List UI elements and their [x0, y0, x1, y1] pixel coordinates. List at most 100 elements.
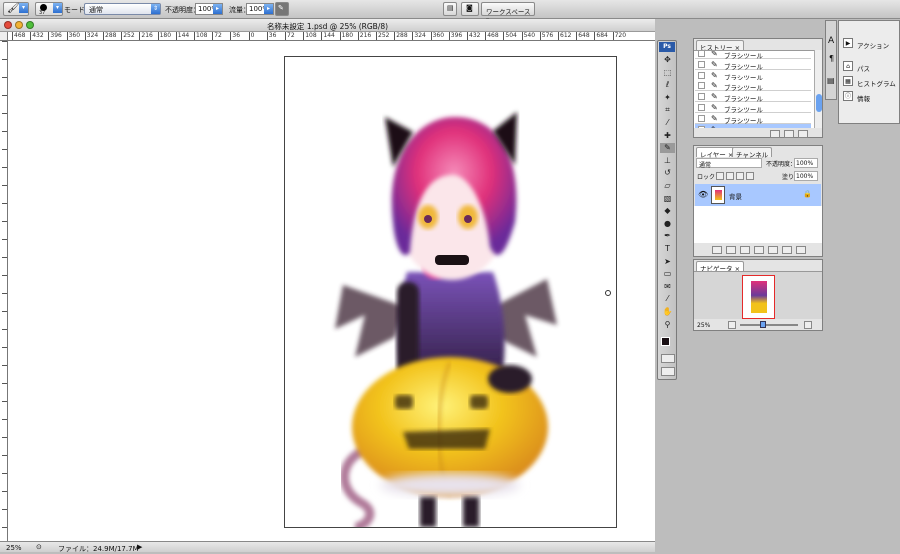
tab-channels[interactable]: チャンネル [732, 147, 773, 159]
stamp-tool-icon[interactable]: ⊥ [660, 156, 675, 166]
vertical-ruler[interactable] [0, 41, 8, 541]
crop-tool-icon[interactable]: ⌗ [660, 105, 675, 115]
horizontal-ruler[interactable]: 468 432 396 360 324 288 252 216 180 144 108 72 36 0 36… [8, 32, 655, 41]
dock-item-3[interactable]: ▦ ヒストグラム [841, 76, 897, 89]
dock-item-2[interactable]: ⌂ パス [841, 61, 897, 74]
history-brush-tool-icon[interactable]: ↺ [660, 168, 675, 178]
ruler-label: 504 [505, 32, 517, 39]
hand-tool-icon[interactable]: ✋ [660, 307, 675, 317]
tool-preset-picker[interactable]: 🖌 ▾ [3, 2, 29, 16]
layer-comps-icon[interactable]: ▤ [827, 76, 835, 85]
notes-tool-icon[interactable]: ✉ [660, 282, 675, 292]
trash-icon[interactable] [798, 130, 808, 138]
zoom-tool-icon[interactable]: ⚲ [660, 320, 675, 330]
brush-icon: ✎ [711, 81, 718, 91]
lock-position-icon[interactable] [736, 172, 744, 180]
new-snapshot-icon[interactable] [784, 130, 794, 138]
layer-row[interactable]: 👁 背景 🔒 [695, 184, 821, 206]
history-row[interactable]: ✎ブラシツール [695, 58, 811, 71]
brush-preset-picker[interactable]: 37 ▾ [35, 2, 63, 16]
gradient-tool-icon[interactable]: ▧ [660, 194, 675, 204]
dock-item-4[interactable]: ⓘ 情報 [841, 91, 897, 104]
opacity-field[interactable]: 100% ▸ [195, 3, 223, 15]
dodge-tool-icon[interactable]: ● [660, 219, 675, 229]
fill-field[interactable]: 100% [794, 171, 818, 181]
link-layers-icon[interactable] [712, 246, 722, 254]
scroll-thumb[interactable] [816, 94, 822, 112]
adjustment-layer-icon[interactable] [754, 246, 764, 254]
history-row[interactable]: ✎ブラシツール [695, 80, 811, 92]
path-select-tool-icon[interactable]: ➤ [660, 257, 675, 267]
photoshop-logo[interactable]: Ps [659, 42, 675, 52]
flow-field[interactable]: 100% ▸ [246, 3, 274, 15]
airbrush-button[interactable]: ✎ [275, 2, 289, 16]
layer-style-icon[interactable] [726, 246, 736, 254]
pen-tool-icon[interactable]: ✒ [660, 231, 675, 241]
workspace-menu[interactable]: ワークスペース ▾ [481, 2, 535, 24]
character-icon[interactable]: A [828, 36, 834, 46]
palette-well-button[interactable]: ▤ [443, 2, 457, 16]
zoom-slider-thumb[interactable] [760, 321, 766, 328]
magic-wand-tool-icon[interactable]: ✦ [660, 93, 675, 103]
lasso-tool-icon[interactable]: ℓ [660, 80, 675, 90]
mode-select[interactable]: 通常 ⇕ [84, 3, 161, 15]
history-row[interactable]: ✎ブラシツール [695, 91, 811, 103]
history-checkbox[interactable] [698, 93, 705, 101]
screen-mode-button[interactable] [661, 367, 675, 376]
info-icon[interactable]: ⊙ [36, 543, 42, 551]
history-row[interactable]: ✎ブラシツール [695, 69, 811, 82]
shape-tool-icon[interactable]: ▭ [660, 269, 675, 279]
history-row[interactable]: ✎ブラシツール [695, 123, 811, 128]
new-document-from-state-icon[interactable] [770, 130, 780, 138]
layer-opacity-field[interactable]: 100% [794, 158, 818, 168]
ruler-origin[interactable] [0, 32, 8, 41]
history-checkbox[interactable] [698, 60, 705, 68]
brush-tool-icon[interactable]: ✎ [660, 143, 675, 154]
healing-tool-icon[interactable]: ✚ [660, 131, 675, 141]
zoom-out-icon[interactable] [728, 321, 736, 329]
document-canvas[interactable] [284, 56, 617, 532]
new-layer-icon[interactable] [782, 246, 792, 254]
foreground-color-swatch[interactable] [661, 337, 670, 346]
bridge-button[interactable]: ◙ [461, 2, 479, 16]
marquee-tool-icon[interactable]: ⬚ [660, 68, 675, 78]
history-checkbox[interactable] [698, 104, 705, 111]
navigator-preview[interactable] [694, 271, 822, 319]
new-group-icon[interactable] [768, 246, 778, 254]
history-row[interactable]: ✎ブラシツール [695, 102, 811, 114]
move-tool-icon[interactable]: ✥ [660, 55, 675, 65]
history-scrollbar[interactable] [814, 50, 822, 128]
zoom-slider[interactable] [740, 321, 798, 328]
ruler-tick [66, 32, 68, 40]
history-checkbox[interactable] [698, 82, 705, 90]
zoom-in-icon[interactable] [804, 321, 812, 329]
slice-tool-icon[interactable]: ⁄ [660, 118, 675, 128]
lock-pixels-icon[interactable] [726, 172, 734, 180]
blur-tool-icon[interactable]: ◆ [660, 206, 675, 216]
eyedropper-tool-icon[interactable]: ⁄ [660, 294, 675, 304]
history-list[interactable]: ✎ ブラシツール ✎ ブラシツール ✎ ブラシツール ✎ ブラシツール ✎ ブラシツール ✎ ブラシツ… [694, 50, 814, 128]
chevron-right-icon[interactable]: ▶ [137, 543, 142, 551]
paragraph-icon[interactable]: ¶ [829, 54, 834, 63]
tab-history[interactable]: ヒストリー × [696, 40, 745, 52]
quick-mask-button[interactable] [661, 354, 675, 363]
tab-navigator[interactable]: ナビゲータ × [696, 261, 745, 273]
history-row[interactable]: ✎ブラシツール [695, 112, 811, 125]
eye-icon[interactable]: 👁 [698, 190, 708, 199]
history-row[interactable]: ✎ブラシツール [695, 51, 811, 60]
zoom-level[interactable]: 25% [6, 544, 22, 552]
dock-item-1[interactable]: ▶ アクション [841, 38, 897, 51]
history-checkbox[interactable] [698, 125, 705, 128]
view-box[interactable] [742, 275, 775, 319]
history-checkbox[interactable] [698, 71, 705, 79]
lock-all-icon[interactable] [746, 172, 754, 180]
layer-mask-icon[interactable] [740, 246, 750, 254]
history-checkbox[interactable] [698, 114, 705, 122]
lock-transparency-icon[interactable] [716, 172, 724, 180]
blend-mode-select[interactable]: 通常 [696, 158, 762, 169]
trash-icon[interactable] [796, 246, 806, 254]
history-checkbox[interactable] [698, 51, 705, 57]
navigator-zoom-value[interactable]: 25% [697, 322, 710, 329]
eraser-tool-icon[interactable]: ▱ [660, 181, 675, 191]
type-tool-icon[interactable]: T [660, 244, 675, 254]
